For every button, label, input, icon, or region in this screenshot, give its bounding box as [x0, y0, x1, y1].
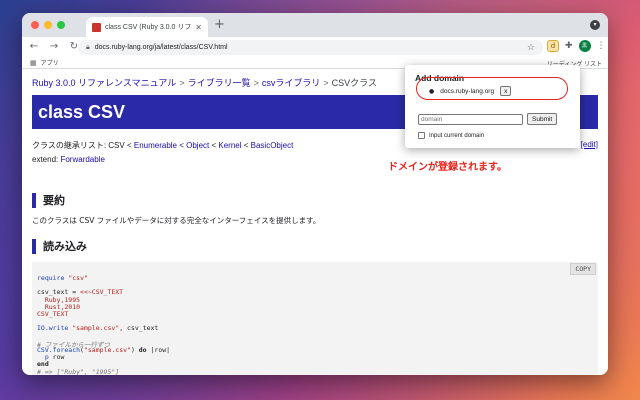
ancestor-link-kernel[interactable]: Kernel: [218, 141, 241, 150]
tab-strip: class CSV (Ruby 3.0.0 リファレンスマニュアル) ✕ + ▾: [22, 13, 608, 37]
remove-domain-button[interactable]: x: [500, 86, 512, 96]
ancestor-link-enumerable[interactable]: Enumerable: [134, 141, 177, 150]
profile-avatar[interactable]: 黒: [578, 40, 591, 52]
ancestor-list: クラスの継承リスト: CSV < Enumerable < Object < K…: [32, 140, 293, 151]
tab-active[interactable]: class CSV (Ruby 3.0.0 リファレンスマニュアル) ✕: [86, 17, 208, 37]
breadcrumb-library-list-link[interactable]: ライブラリ一覧: [188, 78, 251, 88]
extend-link-forwardable[interactable]: Forwardable: [60, 155, 104, 164]
edit-link[interactable]: [edit]: [581, 140, 598, 149]
apps-bookmark[interactable]: アプリ: [41, 58, 59, 67]
summary-text: このクラスは CSV ファイルやデータに対する完全なインターフェイスを提供します…: [32, 216, 321, 225]
read-heading: 読み込み: [32, 239, 87, 254]
close-window-button[interactable]: [31, 21, 39, 29]
ruby-favicon-icon: [92, 22, 101, 32]
bullet-icon: ●: [429, 87, 435, 95]
window-controls: [31, 21, 65, 29]
breadcrumb-current: CSVクラス: [331, 78, 377, 88]
maximize-window-button[interactable]: [57, 21, 65, 29]
breadcrumb-root-link[interactable]: Ruby 3.0.0 リファレンスマニュアル: [32, 78, 176, 88]
tab-title: class CSV (Ruby 3.0.0 リファレンスマニュアル): [105, 24, 192, 31]
code-line: IO.write "sample.csv", csv_text: [37, 324, 159, 333]
minimize-window-button[interactable]: [44, 21, 52, 29]
breadcrumb-library-link[interactable]: csvライブラリ: [262, 78, 321, 88]
breadcrumb-separator: >: [323, 78, 329, 88]
forward-arrow-icon[interactable]: →: [48, 41, 60, 53]
current-domain-checkbox[interactable]: [418, 132, 425, 139]
apps-grid-icon[interactable]: ▦: [30, 59, 37, 67]
ancestor-link-object[interactable]: Object: [186, 141, 209, 150]
copy-button[interactable]: COPY: [570, 263, 596, 275]
code-line: CSV_TEXT: [37, 310, 69, 318]
lock-icon[interactable]: 🔒︎: [86, 43, 90, 52]
ancestor-prefix: クラスの継承リスト: CSV <: [32, 141, 134, 150]
domain-entry: docs.ruby-lang.org: [440, 87, 495, 95]
breadcrumb-separator: >: [179, 78, 185, 88]
domain-list-item: ● docs.ruby-lang.org x: [429, 86, 512, 96]
chrome-profile-menu-icon[interactable]: ▾: [590, 20, 600, 30]
domain-input[interactable]: [418, 114, 523, 125]
url-text[interactable]: docs.ruby-lang.org/ja/latest/class/CSV.h…: [95, 44, 522, 51]
browser-menu-icon[interactable]: ⋮: [597, 41, 606, 51]
summary-heading: 要約: [32, 193, 65, 208]
current-domain-checkbox-label[interactable]: Input current domain: [429, 133, 484, 139]
current-domain-checkbox-row: Input current domain: [418, 132, 484, 139]
new-tab-button[interactable]: +: [214, 18, 225, 32]
breadcrumb-separator: >: [253, 78, 259, 88]
ancestor-separator: <: [177, 141, 187, 150]
extension-area: d ✚ 黒 ⋮: [547, 40, 606, 52]
extend-line: extend: Forwardable: [32, 155, 105, 164]
extend-label: extend:: [32, 155, 61, 164]
ancestor-separator: <: [209, 141, 219, 150]
ancestor-separator: <: [241, 141, 251, 150]
browser-toolbar: ← → ↻ 🔒︎ docs.ruby-lang.org/ja/latest/cl…: [22, 37, 608, 57]
extensions-puzzle-icon[interactable]: ✚: [565, 41, 573, 51]
tab-close-icon[interactable]: ✕: [195, 23, 202, 32]
add-domain-popup: Add domain ● docs.ruby-lang.org x Submit…: [405, 65, 580, 148]
ancestor-link-basicobject[interactable]: BasicObject: [251, 141, 294, 150]
annotation-text: ドメインが登録されます。: [388, 162, 507, 173]
browser-window: class CSV (Ruby 3.0.0 リファレンスマニュアル) ✕ + ▾…: [22, 13, 608, 375]
code-line: require "csv": [37, 274, 88, 282]
submit-button[interactable]: Submit: [527, 113, 558, 125]
breadcrumb: Ruby 3.0.0 リファレンスマニュアル > ライブラリ一覧 > csvライブラリ >…: [32, 76, 377, 89]
domain-extension-icon[interactable]: d: [547, 40, 559, 52]
bookmark-star-icon[interactable]: ☆: [527, 43, 535, 53]
code-block: COPY require "csv" csv_text = <<~CSV_TEXT…: [32, 262, 598, 375]
back-arrow-icon[interactable]: ←: [28, 41, 40, 53]
address-bar[interactable]: 🔒︎ docs.ruby-lang.org/ja/latest/class/CS…: [78, 40, 543, 55]
